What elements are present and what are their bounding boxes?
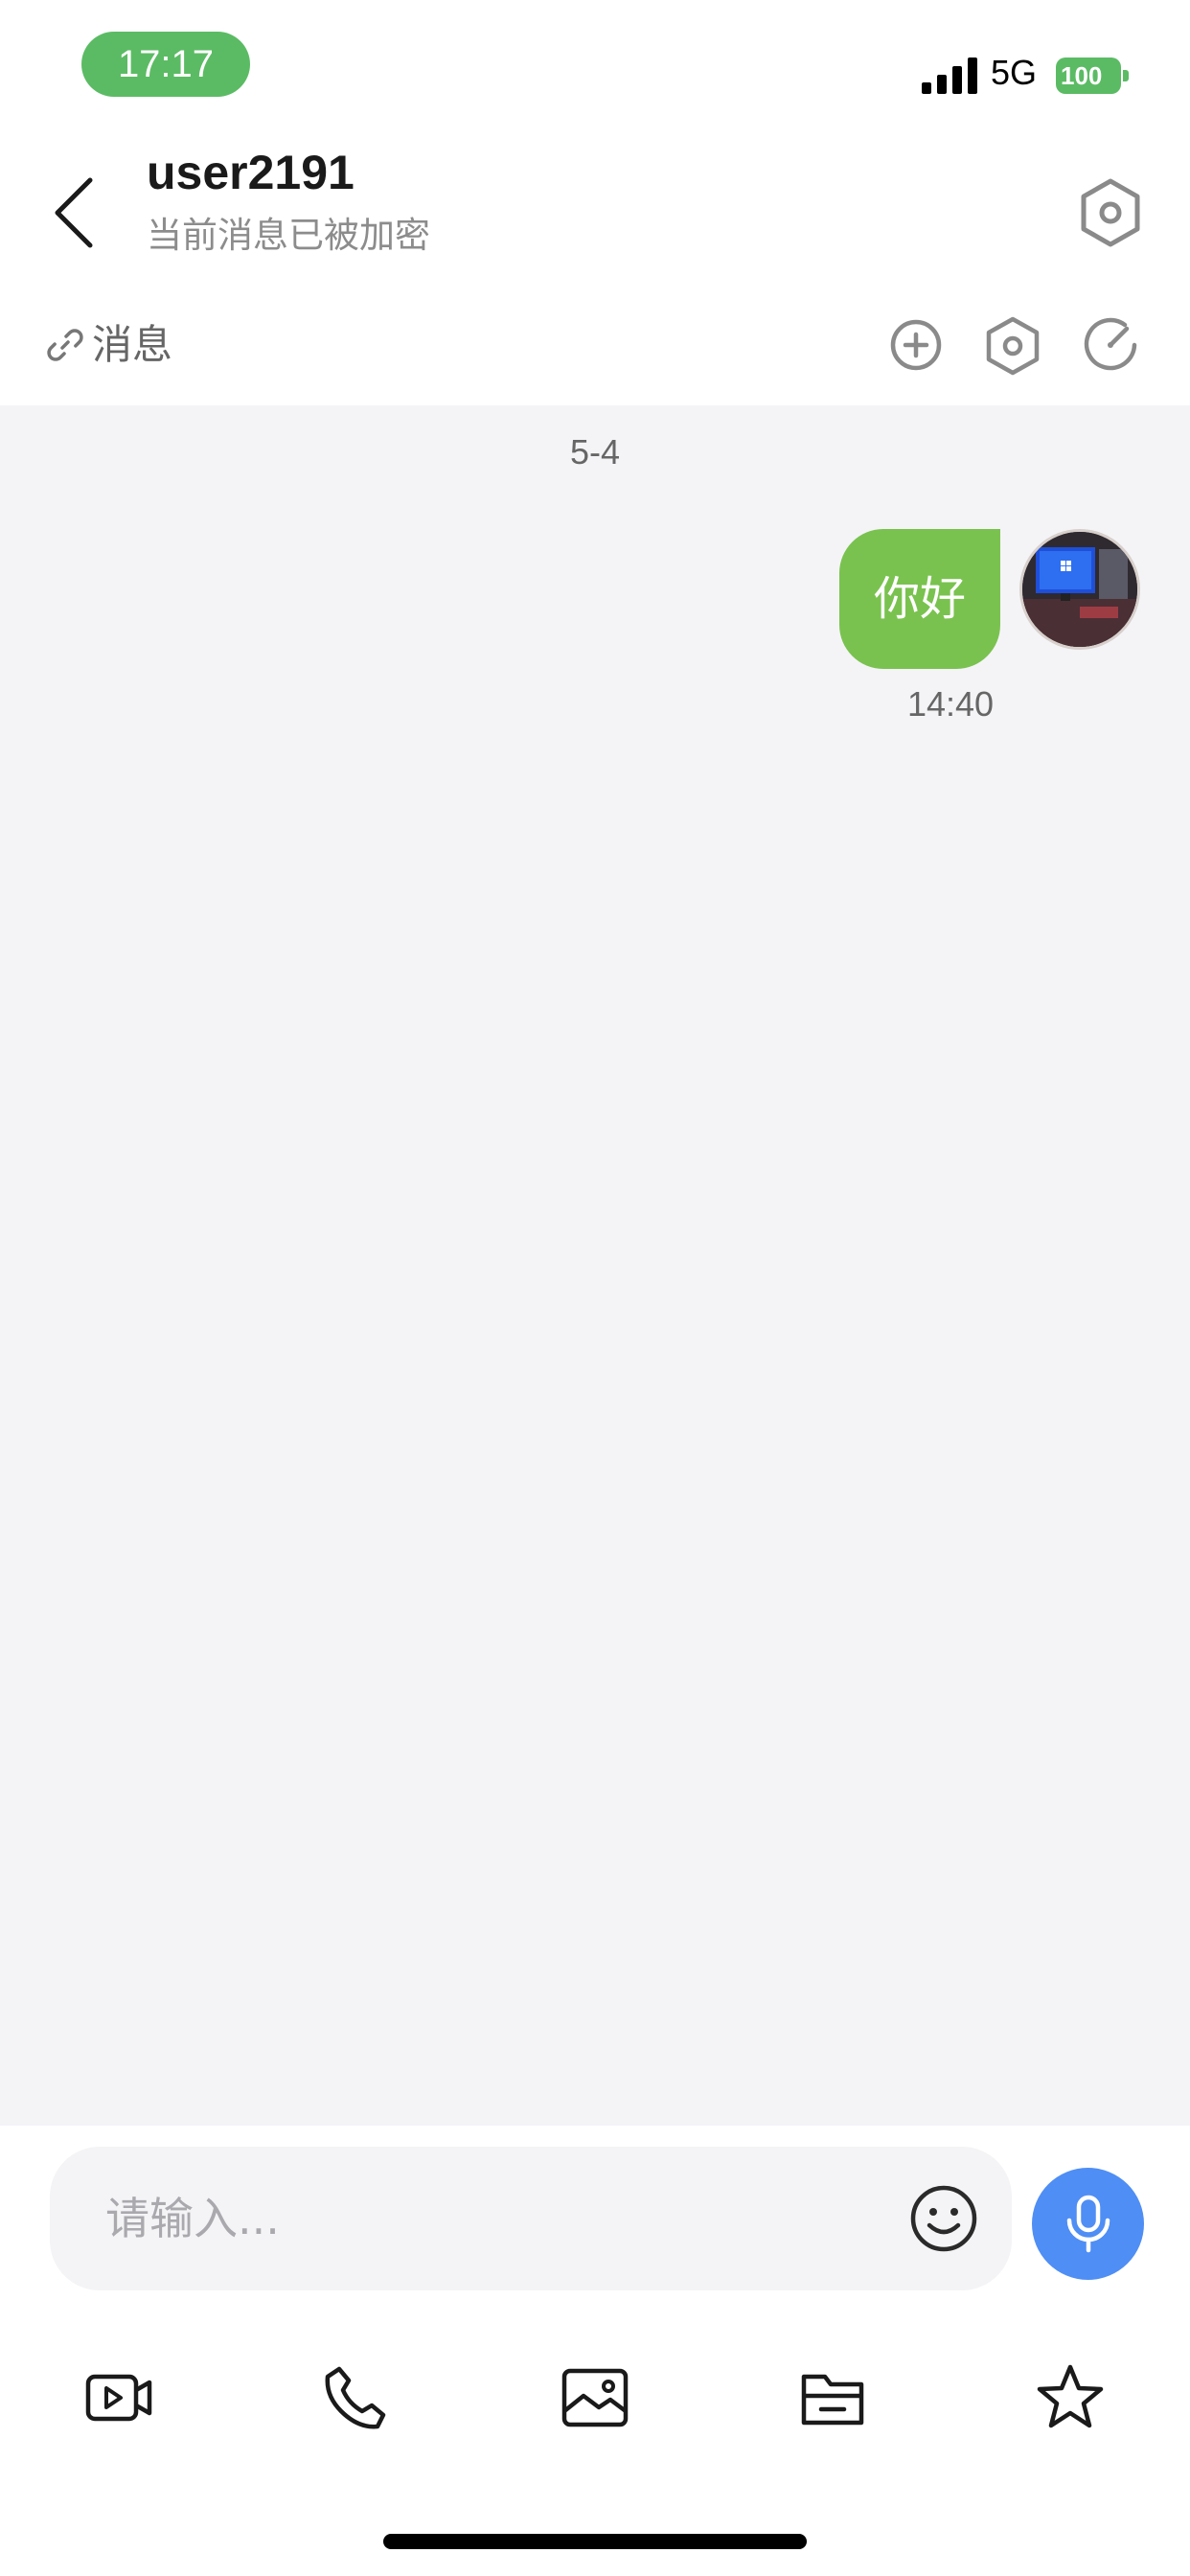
composer-actions (0, 2346, 1190, 2451)
hexagon-settings-icon[interactable] (979, 311, 1046, 379)
chat-header: user2191 当前消息已被加密 (0, 134, 1190, 292)
smiley-icon[interactable] (908, 2183, 979, 2254)
composer: 请输入... (0, 2126, 1190, 2576)
image-icon[interactable] (559, 2361, 631, 2434)
battery-text: 100 (1061, 61, 1103, 90)
video-icon[interactable] (82, 2361, 155, 2434)
toolbar-messages-label[interactable]: 消息 (92, 316, 172, 374)
link-icon (47, 329, 83, 361)
hexagon-settings-icon[interactable] (1079, 177, 1142, 248)
gauge-icon[interactable] (1077, 311, 1144, 379)
status-time: 17:17 (81, 32, 250, 97)
encryption-status: 当前消息已被加密 (147, 215, 430, 256)
status-bar: 17:17 5G 100 (0, 0, 1190, 134)
avatar-photo (1022, 532, 1137, 647)
input-placeholder: 请输入... (105, 2193, 280, 2244)
folder-icon[interactable] (796, 2361, 869, 2434)
star-icon[interactable] (1034, 2361, 1107, 2434)
date-divider: 5-4 (569, 432, 621, 472)
battery-icon: 100 (1056, 58, 1129, 94)
chevron-left-icon[interactable] (46, 172, 105, 253)
signal-icon (922, 58, 977, 94)
avatar[interactable] (1019, 529, 1140, 650)
battery-tip (1123, 70, 1129, 81)
outgoing-message-bubble[interactable]: 你好 (839, 529, 1000, 669)
phone-icon[interactable] (320, 2361, 393, 2434)
chat-screen: 17:17 5G 100 user2191 当前消息已被加密 消息 5-4 你好… (0, 0, 1190, 2576)
microphone-button[interactable] (1032, 2168, 1144, 2280)
battery-level: 100 (1056, 58, 1121, 94)
message-input[interactable]: 请输入... (50, 2147, 1012, 2290)
contact-name: user2191 (147, 146, 355, 199)
plus-circle-icon[interactable] (882, 311, 950, 379)
home-indicator[interactable] (383, 2534, 807, 2549)
message-timestamp: 14:40 (906, 684, 995, 724)
microphone-icon (1066, 2195, 1110, 2253)
chat-toolbar: 消息 (0, 292, 1190, 405)
network-type: 5G (991, 53, 1038, 92)
